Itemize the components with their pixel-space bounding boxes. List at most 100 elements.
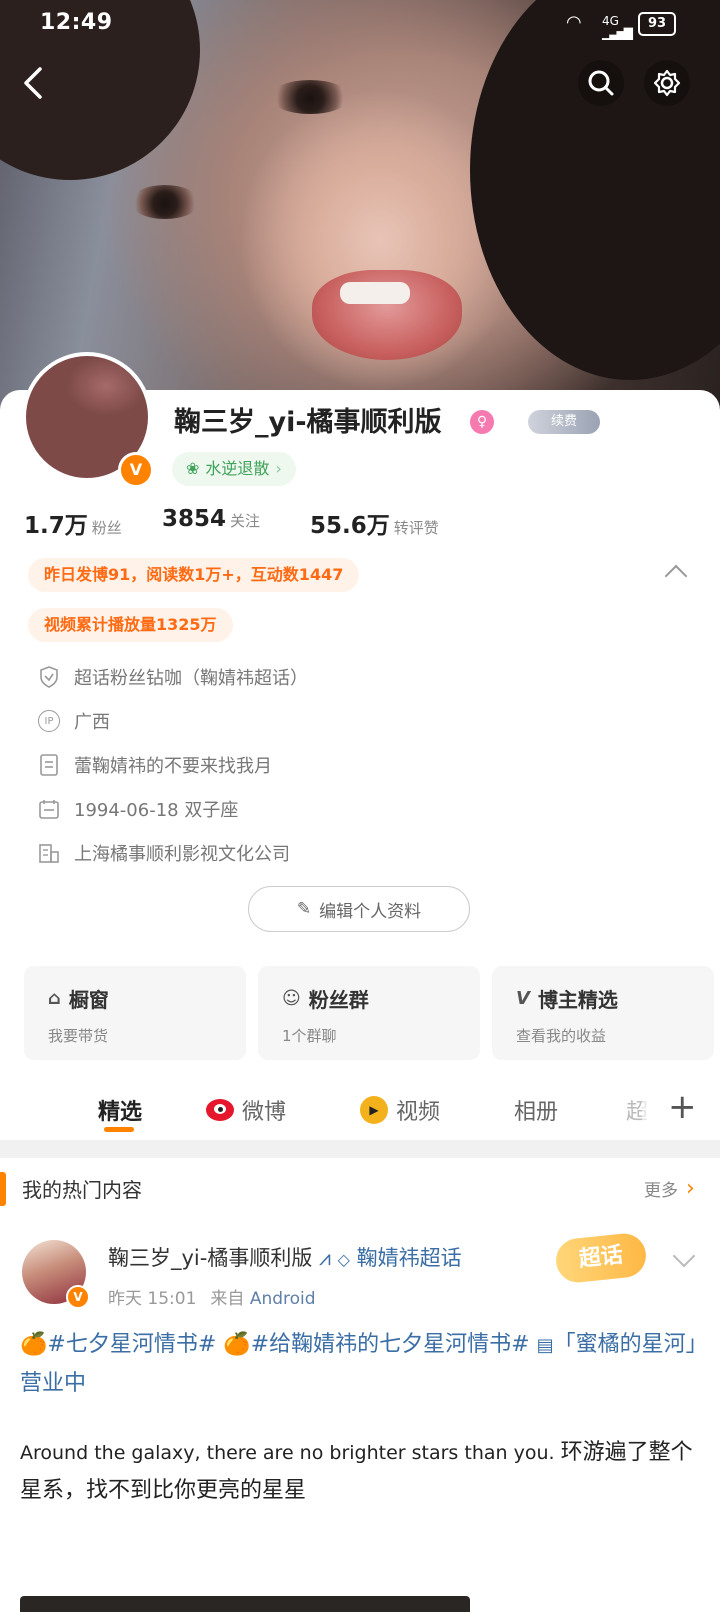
followers-stat[interactable]: 1.7万 粉丝 xyxy=(24,506,122,540)
post-from-label: 来自 xyxy=(210,1289,245,1309)
post-time: 昨天 15:01 xyxy=(108,1289,197,1309)
cover-eye-shape xyxy=(130,185,200,219)
following-label: 关注 xyxy=(230,512,261,530)
verified-v-icon: V xyxy=(66,1285,90,1309)
feature-title: 橱窗 xyxy=(68,988,109,1012)
document-link-icon: ▤ xyxy=(536,1335,554,1356)
feature-card-fan-group[interactable]: ☺ 粉丝群 1个群聊 xyxy=(258,966,480,1060)
section-title: 我的热门内容 xyxy=(22,1178,142,1202)
post-english-text: Around the galaxy, there are no brighter… xyxy=(20,1442,555,1464)
tangerine-emoji: 🍊 xyxy=(20,1332,48,1357)
info-bio: 蕾鞠婧祎的不要来找我月 xyxy=(38,750,272,780)
info-superfan: 超话粉丝钻咖（鞠婧祎超话） xyxy=(38,662,308,692)
wifi-icon: ◠ xyxy=(566,12,582,33)
tab-weibo[interactable]: 微博 xyxy=(206,1094,286,1126)
shield-icon xyxy=(38,666,60,688)
profile-cover-photo[interactable] xyxy=(0,0,720,410)
following-count: 3854 xyxy=(162,506,227,532)
shop-window-icon: ⌂ xyxy=(48,988,61,1009)
info-ip-text: 广西 xyxy=(74,712,110,733)
weibo-logo-icon xyxy=(206,1099,234,1121)
video-plays-highlight[interactable]: 视频累计播放量1325万 xyxy=(28,608,233,642)
ip-location-icon: IP xyxy=(38,710,60,732)
info-superfan-text: 超话粉丝钻咖（鞠婧祎超话） xyxy=(74,668,308,689)
edit-profile-button[interactable]: ✎ 编辑个人资料 xyxy=(248,886,470,932)
tab-label: 微博 xyxy=(242,1100,287,1125)
search-button[interactable] xyxy=(578,60,624,106)
post-author-name[interactable]: 鞠三岁_yi-橘事顺利版 xyxy=(108,1246,312,1270)
following-stat[interactable]: 3854 关注 xyxy=(162,506,260,532)
post-text: Around the galaxy, there are no brighter… xyxy=(20,1434,710,1510)
engagement-count: 55.6万 xyxy=(310,513,390,539)
pencil-icon: ✎ xyxy=(296,899,312,919)
hashtag-link[interactable]: #给鞠婧祎的七夕星河情书# xyxy=(251,1332,530,1357)
active-tab-indicator xyxy=(104,1127,134,1132)
group-icon: ☺ xyxy=(282,988,301,1009)
profile-name: 鞠三岁_yi-橘事顺利版 xyxy=(174,407,442,438)
cover-teeth-shape xyxy=(340,282,410,304)
more-link[interactable]: 更多 › xyxy=(644,1176,695,1201)
v-select-icon: V xyxy=(516,988,530,1009)
tab-album[interactable]: 相册 xyxy=(514,1094,558,1126)
post-topic-link[interactable]: 鞠婧祎超话 xyxy=(357,1246,462,1270)
edit-profile-label: 编辑个人资料 xyxy=(319,901,422,922)
back-arrow-icon xyxy=(24,67,42,99)
engagement-stat[interactable]: 55.6万 转评赞 xyxy=(310,506,439,540)
wave-icon: ⩘ xyxy=(319,1246,331,1270)
status-tag-label: 水逆退散 xyxy=(205,459,270,478)
calendar-icon xyxy=(38,798,60,820)
section-accent-bar xyxy=(0,1172,6,1206)
activity-highlight[interactable]: 昨日发博91，阅读数1万+，互动数1447 xyxy=(28,558,360,592)
info-birthday-text: 1994-06-18 双子座 xyxy=(74,800,239,821)
signal-bars-icon: ▁▃▅▇ xyxy=(602,26,633,40)
cover-hair-shape xyxy=(470,0,720,380)
info-company-text: 上海橘事顺利影视文化公司 xyxy=(74,844,290,865)
status-bar: 12:49 ◠ 4G ▁▃▅▇ 93 xyxy=(0,0,720,50)
feature-subtitle: 我要带货 xyxy=(48,1027,109,1045)
feature-title: 博主精选 xyxy=(537,988,618,1012)
tab-label: 视频 xyxy=(396,1100,441,1125)
back-button[interactable] xyxy=(10,60,56,106)
tab-label: 精选 xyxy=(98,1100,143,1125)
document-icon xyxy=(38,754,60,776)
verified-v-icon: V xyxy=(118,452,154,488)
chevron-right-icon: › xyxy=(275,459,282,478)
status-tag[interactable]: ❀ 水逆退散 › xyxy=(172,452,296,486)
info-birthday: 1994-06-18 双子座 xyxy=(38,794,238,824)
hashtag-link[interactable]: #七夕星河情书# xyxy=(47,1332,216,1357)
post-media-preview[interactable] xyxy=(20,1596,470,1612)
settings-button[interactable] xyxy=(644,60,690,106)
feature-card-blogger-picks[interactable]: V 博主精选 查看我的收益 xyxy=(492,966,714,1060)
feature-title: 粉丝群 xyxy=(308,988,369,1012)
super-topic-badge[interactable]: 超话 xyxy=(553,1231,649,1285)
info-company: 上海橘事顺利影视文化公司 xyxy=(38,838,290,868)
chevron-right-icon: › xyxy=(686,1176,695,1201)
add-tab-plus-icon[interactable]: + xyxy=(668,1090,697,1124)
building-icon xyxy=(38,842,60,864)
tangerine-emoji: 🍊 xyxy=(223,1332,251,1357)
feature-card-shop[interactable]: ⌂ 橱窗 我要带货 xyxy=(24,966,246,1060)
section-divider xyxy=(0,1140,720,1158)
chevron-down-icon[interactable] xyxy=(672,1244,696,1268)
status-time: 12:49 xyxy=(40,10,113,35)
gear-icon xyxy=(653,69,681,97)
cover-eye-shape xyxy=(270,80,350,114)
feature-subtitle: 1个群聊 xyxy=(282,1027,337,1045)
feature-subtitle: 查看我的收益 xyxy=(516,1027,607,1045)
battery-level: 93 xyxy=(638,12,676,36)
post-meta: 昨天 15:01 来自 Android xyxy=(108,1284,316,1309)
followers-label: 粉丝 xyxy=(91,519,122,537)
more-label: 更多 xyxy=(644,1181,678,1201)
tab-featured[interactable]: 精选 xyxy=(98,1094,142,1126)
tab-video[interactable]: ▶ 视频 xyxy=(360,1094,440,1126)
video-play-icon: ▶ xyxy=(360,1096,388,1124)
engagement-label: 转评赞 xyxy=(393,519,439,537)
female-gender-icon: ♀ xyxy=(470,410,494,434)
diamond-icon: ◇ xyxy=(337,1250,350,1269)
post-tags: 🍊#七夕星河情书# 🍊#给鞠婧祎的七夕星河情书# ▤「蜜橘的星河」营业中 xyxy=(20,1326,710,1403)
member-badge[interactable]: 续费 xyxy=(528,410,600,434)
info-ip: IP 广西 xyxy=(38,706,110,736)
lotus-icon: ❀ xyxy=(186,459,200,478)
tab-label: 相册 xyxy=(514,1100,559,1125)
followers-count: 1.7万 xyxy=(24,513,88,539)
